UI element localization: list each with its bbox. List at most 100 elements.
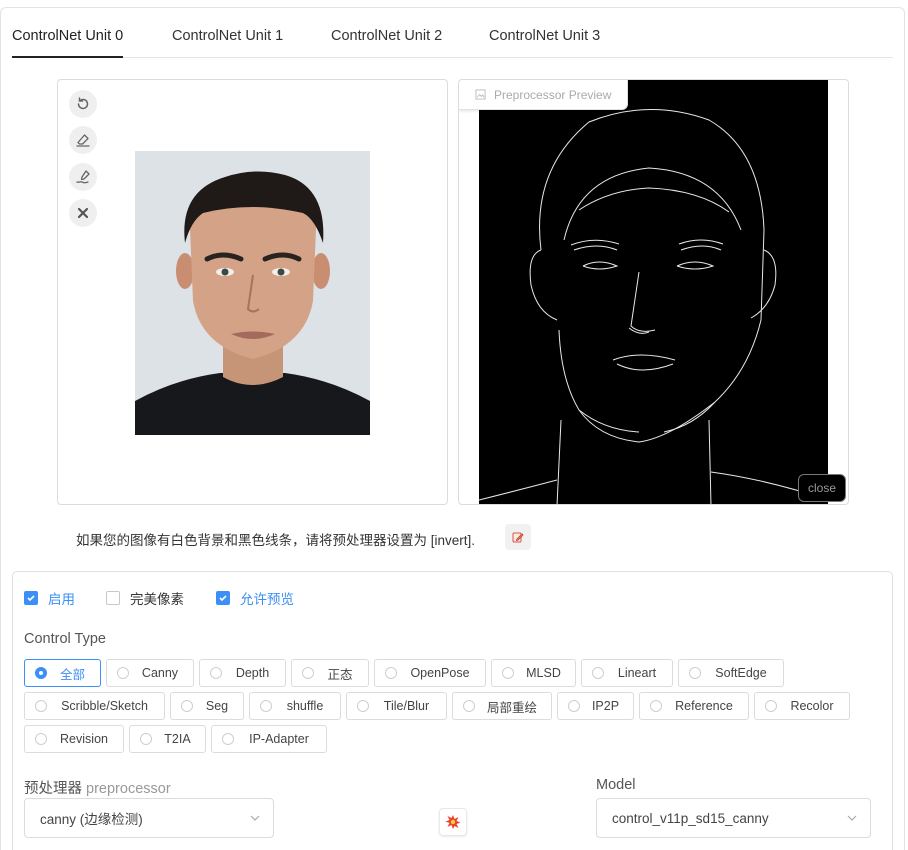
control-type-lineart[interactable]: Lineart	[581, 659, 673, 687]
tab-unit-2[interactable]: ControlNet Unit 2	[331, 28, 442, 58]
radio-dot	[765, 700, 777, 712]
preprocessor-title: 预处理器 preprocessor	[24, 777, 171, 798]
radio-label: T2IA	[164, 732, 191, 746]
preprocessor-title-cn: 预处理器	[24, 781, 82, 797]
radio-label: shuffle	[286, 699, 324, 713]
close-preview-button[interactable]: close	[798, 474, 846, 502]
control-type-tile-blur[interactable]: Tile/Blur	[346, 692, 447, 720]
radio-dot	[689, 667, 701, 679]
explosion-icon	[445, 815, 461, 829]
radio-dot	[568, 700, 580, 712]
control-type-inpaint[interactable]: 局部重绘	[452, 692, 552, 720]
brush-icon	[76, 170, 90, 184]
close-icon	[77, 207, 89, 219]
control-type-seg[interactable]: Seg	[170, 692, 244, 720]
radio-dot	[385, 667, 397, 679]
radio-dot	[592, 667, 604, 679]
radio-dot	[222, 733, 234, 745]
radio-label: Tile/Blur	[383, 699, 430, 713]
enable-label: 启用	[48, 592, 75, 607]
pixel-perfect-label: 完美像素	[130, 592, 184, 607]
model-title: Model	[596, 777, 636, 793]
radio-label: Reference	[675, 699, 733, 713]
brush-button[interactable]	[69, 163, 97, 191]
control-type-all[interactable]: 全部	[24, 659, 101, 687]
radio-dot	[302, 667, 314, 679]
radio-dot	[650, 700, 662, 712]
control-type-ip-adapter[interactable]: IP-Adapter	[211, 725, 327, 753]
tab-unit-3[interactable]: ControlNet Unit 3	[489, 28, 600, 58]
chevron-down-icon	[250, 815, 260, 821]
control-type-mlsd[interactable]: MLSD	[491, 659, 576, 687]
tab-unit-1[interactable]: ControlNet Unit 1	[172, 28, 283, 58]
model-value: control_v11p_sd15_canny	[612, 810, 769, 826]
control-type-scribble[interactable]: Scribble/Sketch	[24, 692, 165, 720]
radio-dot	[35, 667, 47, 679]
radio-dot	[502, 667, 514, 679]
checkbox-box	[106, 591, 120, 605]
radio-dot	[357, 700, 369, 712]
invert-hint-button[interactable]	[505, 524, 531, 550]
control-type-softedge[interactable]: SoftEdge	[678, 659, 784, 687]
radio-label: Lineart	[617, 666, 657, 680]
control-type-ip2p[interactable]: IP2P	[557, 692, 634, 720]
enable-checkbox[interactable]: 启用	[24, 588, 75, 608]
radio-dot	[140, 733, 152, 745]
preprocessor-select[interactable]: canny (边缘检测)	[24, 798, 274, 838]
radio-dot	[181, 700, 193, 712]
input-portrait-image	[135, 151, 370, 435]
control-type-depth[interactable]: Depth	[199, 659, 286, 687]
control-type-t2ia[interactable]: T2IA	[129, 725, 206, 753]
edit-icon	[512, 532, 524, 543]
run-preprocessor-button[interactable]	[439, 808, 467, 836]
unit-tabs: ControlNet Unit 0 ControlNet Unit 1 Cont…	[12, 20, 893, 58]
radio-label: Canny	[141, 666, 179, 680]
undo-icon	[77, 97, 89, 110]
radio-label: Seg	[205, 699, 229, 713]
checkbox-box	[24, 591, 38, 605]
radio-label: MLSD	[526, 666, 561, 680]
radio-dot	[117, 667, 129, 679]
radio-dot	[35, 700, 47, 712]
invert-hint: 如果您的图像有白色背景和黑色线条，请将预处理器设置为 [invert].	[76, 533, 476, 548]
pixel-perfect-checkbox[interactable]: 完美像素	[106, 588, 184, 608]
radio-label: IP-Adapter	[249, 732, 309, 746]
radio-label: Revision	[60, 732, 108, 746]
radio-label: 全部	[59, 667, 85, 682]
control-type-revision[interactable]: Revision	[24, 725, 124, 753]
radio-label: OpenPose	[410, 666, 470, 680]
radio-dot	[260, 700, 272, 712]
control-type-shuffle[interactable]: shuffle	[249, 692, 341, 720]
allow-preview-checkbox[interactable]: 允许预览	[216, 588, 294, 608]
radio-dot	[463, 700, 475, 712]
radio-label: 正态	[327, 667, 353, 682]
control-type-normal[interactable]: 正态	[291, 659, 369, 687]
eraser-button[interactable]	[69, 126, 97, 154]
chevron-down-icon	[847, 815, 857, 821]
control-type-title: Control Type	[24, 631, 106, 647]
eraser-icon	[76, 134, 90, 147]
radio-dot	[35, 733, 47, 745]
model-select[interactable]: control_v11p_sd15_canny	[596, 798, 871, 838]
radio-label: Recolor	[790, 699, 834, 713]
radio-label: Depth	[235, 666, 270, 680]
radio-label: IP2P	[591, 699, 620, 713]
control-type-openpose[interactable]: OpenPose	[374, 659, 486, 687]
clear-image-button[interactable]	[69, 199, 97, 227]
radio-label: Scribble/Sketch	[61, 699, 148, 713]
preprocessor-preview-image	[478, 80, 829, 504]
undo-button[interactable]	[69, 90, 97, 118]
preprocessor-value: canny (边缘检测)	[40, 812, 143, 827]
control-type-reference[interactable]: Reference	[639, 692, 749, 720]
checkbox-box	[216, 591, 230, 605]
image-icon	[475, 89, 486, 100]
preview-label: Preprocessor Preview	[459, 80, 629, 110]
input-image-panel[interactable]	[57, 79, 448, 505]
preprocessor-title-en: preprocessor	[86, 781, 171, 797]
tab-unit-0[interactable]: ControlNet Unit 0	[12, 28, 124, 58]
control-type-recolor[interactable]: Recolor	[754, 692, 850, 720]
preprocessor-preview-panel: Preprocessor Preview close	[458, 79, 849, 505]
preview-label-text: Preprocessor Preview	[494, 87, 612, 102]
radio-dot	[210, 667, 222, 679]
control-type-canny[interactable]: Canny	[106, 659, 194, 687]
